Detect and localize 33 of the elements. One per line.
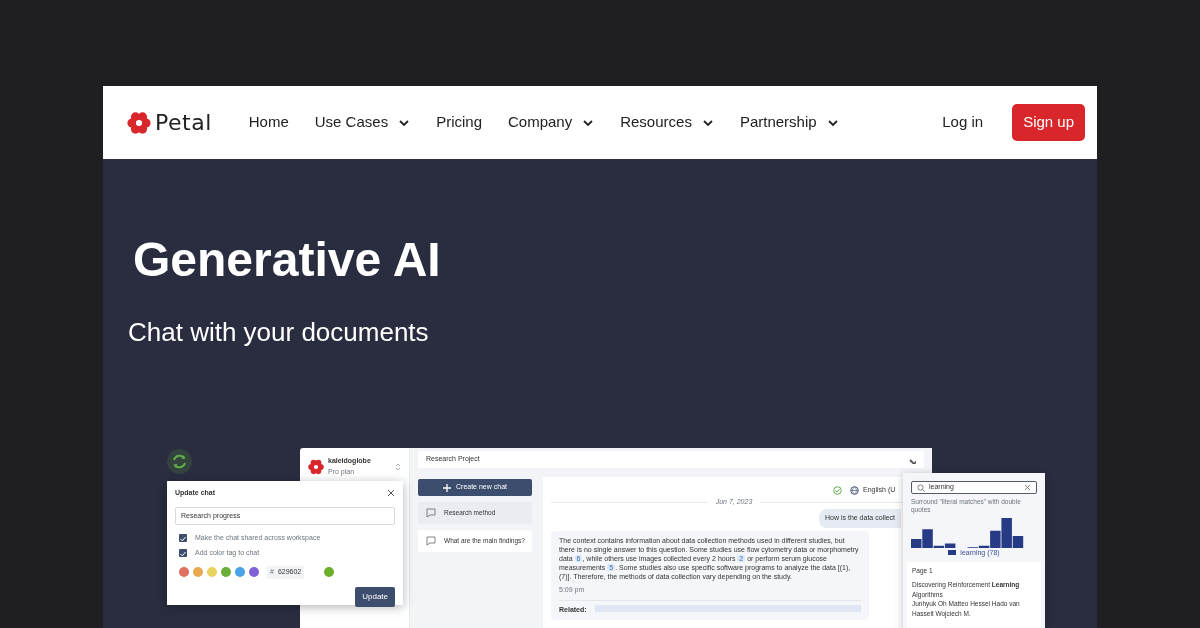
checkbox[interactable]: [179, 534, 187, 543]
color-swatch[interactable]: [235, 567, 245, 578]
check-circle-icon: [833, 485, 842, 495]
color-swatch[interactable]: [249, 567, 259, 578]
nav-link[interactable]: Partnership: [726, 111, 852, 134]
nav-link[interactable]: Pricing: [423, 111, 495, 134]
flower-logo-icon: [127, 110, 151, 135]
chat-bubble-icon: [426, 536, 436, 546]
flower-logo-icon: [308, 458, 324, 475]
plus-icon: [443, 483, 451, 492]
hero-title: Generative AI: [133, 232, 441, 288]
color-swatch[interactable]: [193, 567, 203, 578]
clear-icon: [1024, 484, 1031, 491]
chat-bubble-icon: [426, 508, 436, 518]
chevron-updown-icon: [395, 461, 401, 472]
close-button[interactable]: [387, 489, 395, 498]
legend-swatch-icon: [948, 550, 957, 556]
nav-link[interactable]: Resources: [607, 111, 727, 134]
signup-button[interactable]: Sign up: [1012, 104, 1085, 141]
nav-link[interactable]: Home: [235, 111, 302, 134]
checkbox[interactable]: [179, 548, 187, 557]
color-swatch[interactable]: [221, 567, 231, 578]
globe-icon: [850, 485, 859, 495]
login-link[interactable]: Log in: [929, 111, 997, 134]
search-icon: [917, 483, 925, 492]
hero-subtitle: Chat with your documents: [128, 316, 429, 349]
color-swatch[interactable]: [179, 567, 189, 578]
update-button[interactable]: Update: [355, 586, 395, 607]
refresh-icon: [167, 449, 192, 474]
brand-logo[interactable]: Petal: [127, 106, 212, 139]
color-swatch[interactable]: [207, 567, 217, 578]
nav-link[interactable]: Company: [495, 111, 608, 134]
nav-link[interactable]: Use Cases: [301, 111, 424, 134]
